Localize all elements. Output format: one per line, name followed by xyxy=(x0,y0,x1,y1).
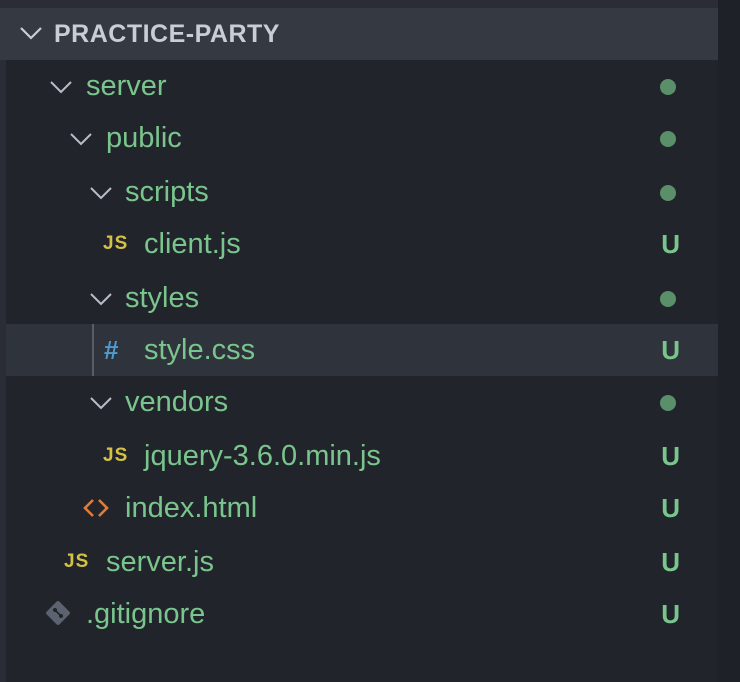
chevron-down-icon[interactable] xyxy=(88,286,114,312)
tree-file-jquery-js[interactable]: JS jquery-3.6.0.min.js U xyxy=(6,430,718,482)
untracked-badge: U xyxy=(661,493,680,523)
tree-file-client-js[interactable]: JS client.js U xyxy=(6,218,718,270)
tree-file-style-css[interactable]: # style.css U xyxy=(6,324,718,376)
tree-item-label: client.js xyxy=(144,228,241,260)
untracked-badge: U xyxy=(661,335,680,365)
untracked-badge: U xyxy=(661,441,680,471)
untracked-badge: U xyxy=(661,599,680,629)
tree-folder-styles[interactable]: styles xyxy=(6,272,718,324)
css-file-icon: # xyxy=(104,335,119,365)
tree-folder-scripts[interactable]: scripts xyxy=(6,166,718,218)
explorer-section-title: PRACTICE-PARTY xyxy=(54,20,280,48)
tree-item-label: style.css xyxy=(144,334,256,366)
untracked-badge: U xyxy=(661,229,680,259)
git-file-icon xyxy=(46,601,70,625)
modified-indicator-dot xyxy=(660,79,676,95)
tree-item-label: server.js xyxy=(106,546,214,578)
chevron-down-icon[interactable] xyxy=(68,126,94,152)
tree-file-index-html[interactable]: index.html U xyxy=(6,482,718,534)
chevron-down-icon[interactable] xyxy=(88,390,114,416)
tree-item-label: server xyxy=(86,70,167,102)
tree-folder-public[interactable]: public xyxy=(6,112,718,164)
file-tree: server public scripts JS client.js U sty… xyxy=(6,60,718,682)
scrollbar-track[interactable] xyxy=(718,0,740,682)
modified-indicator-dot xyxy=(660,291,676,307)
tree-folder-server[interactable]: server xyxy=(6,60,718,112)
tree-file-server-js[interactable]: JS server.js U xyxy=(6,536,718,588)
indent-guide xyxy=(92,324,94,376)
javascript-file-icon: JS xyxy=(103,445,129,466)
tree-folder-vendors[interactable]: vendors xyxy=(6,376,718,428)
tree-item-label: scripts xyxy=(125,176,209,208)
tree-file-gitignore[interactable]: .gitignore U xyxy=(6,588,718,640)
explorer-section-header[interactable]: PRACTICE-PARTY xyxy=(0,8,718,60)
chevron-down-icon[interactable] xyxy=(88,180,114,206)
javascript-file-icon: JS xyxy=(103,233,129,254)
tree-item-label: .gitignore xyxy=(86,598,206,630)
modified-indicator-dot xyxy=(660,131,676,147)
tree-item-label: public xyxy=(106,122,182,154)
tree-item-label: vendors xyxy=(125,386,229,418)
html-file-icon xyxy=(83,499,109,517)
untracked-badge: U xyxy=(661,547,680,577)
tree-item-label: index.html xyxy=(125,492,258,524)
javascript-file-icon: JS xyxy=(64,551,90,572)
modified-indicator-dot xyxy=(660,395,676,411)
chevron-down-icon xyxy=(20,27,42,40)
file-explorer: PRACTICE-PARTY server public scripts JS … xyxy=(0,0,740,682)
modified-indicator-dot xyxy=(660,185,676,201)
tree-item-label: jquery-3.6.0.min.js xyxy=(144,440,381,472)
chevron-down-icon[interactable] xyxy=(48,74,74,100)
tree-item-label: styles xyxy=(125,282,200,314)
